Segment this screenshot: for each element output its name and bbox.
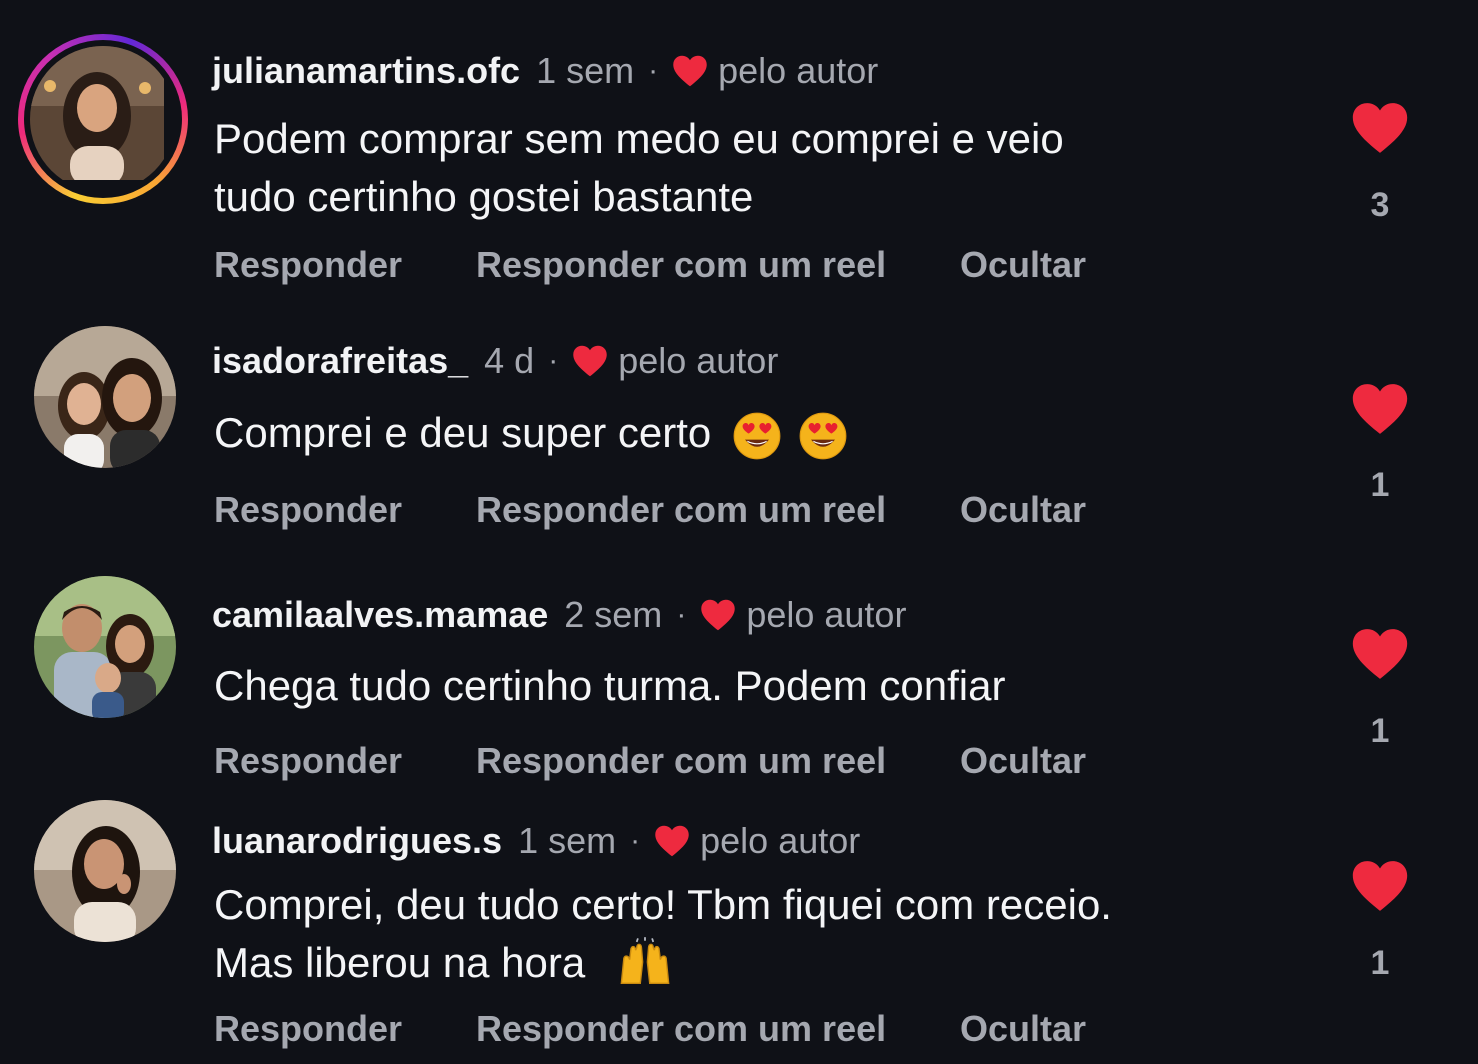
timestamp: 2 sem: [564, 594, 663, 635]
liked-by-author-label: pelo autor: [746, 594, 907, 635]
comment-text-line: Comprei e deu super certo: [214, 409, 712, 456]
woman-portrait-icon[interactable]: [34, 800, 176, 942]
reply-button[interactable]: Responder: [214, 489, 476, 531]
comment-meta: camilaalves.mamae 2 sem · pelo autor: [212, 594, 906, 636]
comment-meta: luanarodrigues.s 1 sem · pelo autor: [212, 820, 860, 862]
heart-icon[interactable]: [1351, 860, 1409, 912]
comment-actions: Responder Responder com um reel Ocultar: [214, 740, 1086, 782]
comment-text: Podem comprar sem medo eu comprei e veio…: [214, 110, 1254, 226]
liked-by-author-label: pelo autor: [618, 340, 779, 381]
avatar-story-ring[interactable]: [18, 34, 188, 204]
reply-with-reel-button[interactable]: Responder com um reel: [476, 740, 960, 782]
reply-with-reel-button[interactable]: Responder com um reel: [476, 244, 960, 286]
username[interactable]: isadorafreitas_: [212, 340, 468, 382]
comment-text-line: tudo certinho gostei bastante: [214, 173, 754, 220]
heart-icon: [572, 345, 608, 377]
comment-text-line-with-emoji: Mas liberou na hora: [214, 934, 1254, 992]
separator: ·: [630, 824, 641, 857]
comment-text: Comprei, deu tudo certo! Tbm fiquei com …: [214, 876, 1254, 992]
heart-icon[interactable]: [1351, 102, 1409, 154]
like-count: 3: [1370, 186, 1390, 224]
username[interactable]: camilaalves.mamae: [212, 594, 548, 636]
heart-icon: [700, 599, 736, 631]
woman-portrait-icon: [30, 46, 176, 192]
heart-icon[interactable]: [1351, 383, 1409, 435]
mother-daughter-portrait-icon[interactable]: [34, 326, 176, 468]
reply-button[interactable]: Responder: [214, 244, 476, 286]
liked-by-author-label: pelo autor: [700, 820, 861, 861]
hide-button[interactable]: Ocultar: [960, 740, 1086, 782]
separator: ·: [548, 344, 559, 377]
reply-with-reel-button[interactable]: Responder com um reel: [476, 489, 960, 531]
comment-text-line: Comprei, deu tudo certo! Tbm fiquei com …: [214, 881, 1112, 928]
comment-meta: julianamartins.ofc 1 sem · pelo autor: [212, 50, 878, 92]
hide-button[interactable]: Ocultar: [960, 244, 1086, 286]
comment-text: Chega tudo certinho turma. Podem confiar: [214, 657, 1254, 715]
like-button[interactable]: [1340, 628, 1420, 680]
like-button[interactable]: [1340, 102, 1420, 154]
like-count: 1: [1370, 712, 1390, 750]
like-button[interactable]: [1340, 383, 1420, 435]
comment-actions: Responder Responder com um reel Ocultar: [214, 489, 1086, 531]
like-count: 1: [1370, 944, 1390, 982]
reply-with-reel-button[interactable]: Responder com um reel: [476, 1008, 960, 1050]
like-count: 1: [1370, 466, 1390, 504]
family-portrait-icon[interactable]: [34, 576, 176, 718]
timestamp: 1 sem: [518, 820, 617, 861]
comment-text-line: Mas liberou na hora: [214, 939, 586, 986]
comment-actions: Responder Responder com um reel Ocultar: [214, 244, 1086, 286]
reply-button[interactable]: Responder: [214, 740, 476, 782]
hide-button[interactable]: Ocultar: [960, 1008, 1086, 1050]
comment-meta: isadorafreitas_ 4 d · pelo autor: [212, 340, 778, 382]
raising-hands-emoji: [615, 936, 675, 988]
heart-icon: [654, 825, 690, 857]
separator: ·: [676, 598, 687, 631]
timestamp: 4 d: [484, 340, 535, 381]
separator: ·: [648, 54, 659, 87]
liked-by-author-label: pelo autor: [718, 50, 879, 91]
heart-icon: [672, 55, 708, 87]
username[interactable]: luanarodrigues.s: [212, 820, 502, 862]
hide-button[interactable]: Ocultar: [960, 489, 1086, 531]
comment-actions: Responder Responder com um reel Ocultar: [214, 1008, 1086, 1050]
heart-eyes-emoji: [799, 412, 847, 460]
reply-button[interactable]: Responder: [214, 1008, 476, 1050]
heart-icon[interactable]: [1351, 628, 1409, 680]
username[interactable]: julianamartins.ofc: [212, 50, 520, 92]
comment-text-line: Podem comprar sem medo eu comprei e veio: [214, 115, 1064, 162]
heart-eyes-emoji: [733, 412, 781, 460]
timestamp: 1 sem: [536, 50, 635, 91]
comment-text-line: Chega tudo certinho turma. Podem confiar: [214, 662, 1006, 709]
comment-text: Comprei e deu super certo: [214, 404, 1254, 462]
like-button[interactable]: [1340, 860, 1420, 912]
